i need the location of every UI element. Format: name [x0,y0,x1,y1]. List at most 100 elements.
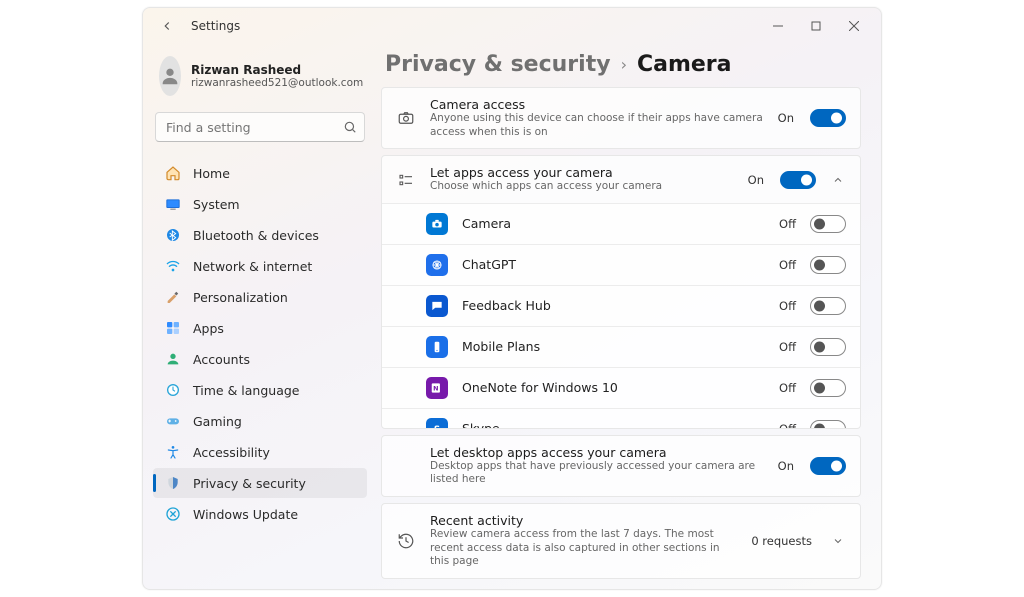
row-camera-access[interactable]: Camera access Anyone using this device c… [381,87,861,149]
recent-requests-count: 0 requests [751,534,812,548]
window-controls [759,12,873,40]
toggle-app-feedback[interactable] [810,297,846,315]
app-name: Camera [462,216,765,231]
app-row-onenote[interactable]: NOneNote for Windows 10Off [382,368,860,409]
toggle-app-onenote[interactable] [810,379,846,397]
app-row-camera[interactable]: Camera Off [382,204,860,245]
app-row-mobileplans[interactable]: Mobile Plans Off [382,327,860,368]
nav-item-time[interactable]: Time & language [153,375,367,405]
toggle-state-label: On [778,111,794,125]
toggle-desktop-apps[interactable] [810,457,846,475]
toggle-app-mobileplans[interactable] [810,338,846,356]
nav-item-accessibility[interactable]: Accessibility [153,437,367,467]
row-title: Let desktop apps access your camera [430,445,764,460]
apps-icon [165,320,181,336]
maximize-button[interactable] [797,12,835,40]
nav-item-label: Bluetooth & devices [193,228,319,243]
bluetooth-icon [165,227,181,243]
accounts-icon [165,351,181,367]
row-recent-activity[interactable]: Recent activity Review camera access fro… [381,503,861,579]
avatar [159,56,181,96]
minimize-button[interactable] [759,12,797,40]
chevron-up-icon[interactable] [830,174,846,186]
nav-item-label: Accounts [193,352,250,367]
toggle-app-skype[interactable] [810,420,846,429]
window-title: Settings [191,19,240,33]
nav-list: Home System Bluetooth & devices Network & i… [153,158,367,529]
toggle-camera-access[interactable] [810,109,846,127]
app-row-feedback[interactable]: Feedback HubOff [382,286,860,327]
row-desktop-apps[interactable]: Let desktop apps access your camera Desk… [381,435,861,497]
nav-item-bluetooth[interactable]: Bluetooth & devices [153,220,367,250]
row-subtitle: Anyone using this device can choose if t… [430,112,764,139]
toggle-state-label: Off [779,340,796,354]
privacy-icon [165,475,181,491]
row-subtitle: Choose which apps can access your camera [430,180,734,194]
expander-let-apps: Let apps access your camera Choose which… [381,155,861,429]
nav-item-label: System [193,197,240,212]
nav-item-gaming[interactable]: Gaming [153,406,367,436]
nav-item-privacy[interactable]: Privacy & security [153,468,367,498]
accessibility-icon [165,444,181,460]
toggle-state-label: Off [779,422,796,429]
network-icon [165,258,181,274]
toggle-state-label: Off [779,381,796,395]
feedback-app-icon [426,295,448,317]
row-let-apps[interactable]: Let apps access your camera Choose which… [382,156,860,204]
app-list: CameraOffChatGPTOffFeedback HubOffMobile… [382,204,860,429]
nav-item-system[interactable]: System [153,189,367,219]
nav-item-network[interactable]: Network & internet [153,251,367,281]
nav-item-label: Home [193,166,230,181]
skype-app-icon: S [426,418,448,429]
back-button[interactable] [153,12,181,40]
chevron-down-icon[interactable] [830,535,846,547]
toggle-state-label: Off [779,258,796,272]
camera-app-icon [426,213,448,235]
update-icon [165,506,181,522]
chatgpt-app-icon [426,254,448,276]
camera-icon [396,108,416,128]
search-input[interactable] [155,112,365,142]
breadcrumb-parent[interactable]: Privacy & security [385,52,611,77]
list-icon [396,170,416,190]
nav-item-home[interactable]: Home [153,158,367,188]
time-icon [165,382,181,398]
content-scroll[interactable]: Camera access Anyone using this device c… [381,87,867,579]
system-icon [165,196,181,212]
nav-item-apps[interactable]: Apps [153,313,367,343]
profile-block[interactable]: Rizwan Rasheed rizwanrasheed521@outlook.… [153,52,367,104]
titlebar: Settings [143,8,881,44]
toggle-let-apps[interactable] [780,171,816,189]
row-subtitle: Review camera access from the last 7 day… [430,528,737,569]
nav-item-label: Time & language [193,383,299,398]
settings-window: Settings [142,7,882,590]
nav-item-personalization[interactable]: Personalization [153,282,367,312]
mobileplans-app-icon [426,336,448,358]
profile-email: rizwanrasheed521@outlook.com [191,77,363,89]
app-name: Mobile Plans [462,339,765,354]
app-row-skype[interactable]: SSkypeOff [382,409,860,429]
nav-item-update[interactable]: Windows Update [153,499,367,529]
gaming-icon [165,413,181,429]
nav-item-accounts[interactable]: Accounts [153,344,367,374]
svg-text:N: N [433,384,438,392]
close-button[interactable] [835,12,873,40]
toggle-state-label: On [778,459,794,473]
main-pane: Privacy & security › Camera Camera acces… [375,44,881,589]
profile-text: Rizwan Rasheed rizwanrasheed521@outlook.… [191,63,363,89]
app-row-chatgpt[interactable]: ChatGPT Off [382,245,860,286]
nav-item-label: Gaming [193,414,242,429]
svg-text:S: S [434,425,440,429]
breadcrumb: Privacy & security › Camera [381,44,867,87]
left-pane: Rizwan Rasheed rizwanrasheed521@outlook.… [143,44,375,589]
toggle-state-label: Off [779,217,796,231]
toggle-app-camera[interactable] [810,215,846,233]
nav-item-label: Personalization [193,290,288,305]
profile-name: Rizwan Rasheed [191,63,363,77]
toggle-app-chatgpt[interactable] [810,256,846,274]
app-name: Feedback Hub [462,298,765,313]
nav-item-label: Accessibility [193,445,270,460]
breadcrumb-current: Camera [637,52,732,77]
row-title: Camera access [430,97,764,112]
app-name: ChatGPT [462,257,765,272]
